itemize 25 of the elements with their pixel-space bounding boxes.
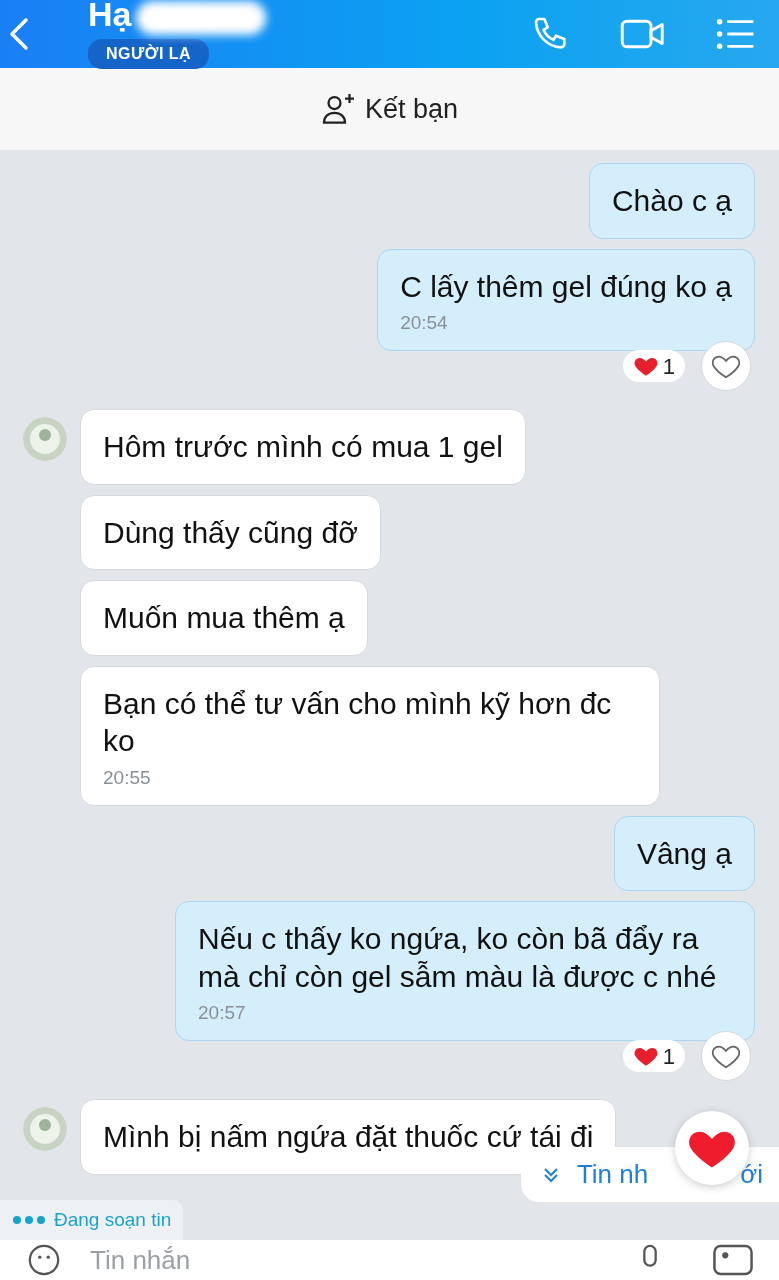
add-person-icon [320,91,357,127]
message-text: Dùng thấy cũng đỡ [103,514,358,551]
message-text: Muốn mua thêm ạ [103,600,345,636]
message-text: Vâng ạ [636,835,732,872]
message-time: 20:57 [198,1003,247,1022]
message-text: Bạn có thể tư vấn cho mình kỹ hơn đc ko [103,685,613,759]
menu-icon[interactable] [715,16,755,52]
like-button[interactable] [701,1031,751,1081]
message-input[interactable]: Tin nhắn [88,1239,488,1280]
typing-indicator: Đang soạn tin [0,1199,184,1240]
reaction-count: 1 [622,350,685,382]
message-text: Chào c ạ [611,183,732,219]
message-time: 20:54 [400,313,449,332]
contact-name: Hạ [88,0,132,31]
image-icon[interactable] [711,1243,755,1277]
stranger-badge: NGƯỜI LẠ [88,39,210,69]
message-text: Nếu c thấy ko ngứa, ko còn bã đẩy ra mà chỉ còn gel sẫm màu là được c nhé [198,921,718,995]
typing-dots-icon [12,1214,46,1225]
like-button[interactable] [701,341,751,391]
composer-bar[interactable]: Tin nhắn [0,1240,779,1280]
message-time: 20:55 [103,767,152,787]
add-friend-button[interactable]: Kết bạn [320,88,459,130]
message-text: Hôm trước mình có mua 1 gel [103,429,503,465]
reaction-count: 1 [622,1040,685,1072]
message-text: C lấy thêm gel đúng ko ạ [400,268,732,305]
